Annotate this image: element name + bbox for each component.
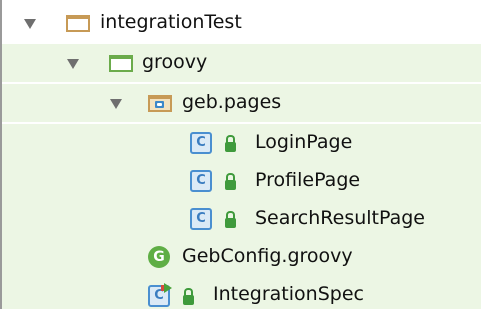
tree-node-searchresultpage[interactable]: C SearchResultPage — [2, 200, 481, 238]
tree-node-label: ProfilePage — [255, 169, 361, 191]
tree-node-label: GebConfig.groovy — [182, 245, 353, 267]
lock-icon — [225, 211, 236, 228]
expand-arrow-icon[interactable] — [110, 99, 122, 109]
lock-icon — [183, 288, 194, 305]
run-flag-icon — [164, 283, 172, 293]
tree-node-integrationtest[interactable]: integrationTest — [2, 4, 481, 42]
tree-node-label: SearchResultPage — [255, 207, 425, 229]
lock-icon — [225, 173, 236, 190]
expand-arrow-icon[interactable] — [24, 19, 36, 29]
tree-node-label: IntegrationSpec — [213, 283, 364, 305]
class-icon: C — [190, 170, 212, 192]
tree-node-loginpage[interactable]: C LoginPage — [2, 124, 481, 162]
groovy-file-icon: G — [148, 246, 170, 268]
tree-node-label: groovy — [142, 51, 208, 73]
package-icon — [148, 95, 172, 112]
tree-node-integrationspec[interactable]: C IntegrationSpec — [2, 276, 481, 309]
expand-arrow-icon[interactable] — [67, 59, 79, 69]
source-folder-icon — [109, 55, 133, 72]
tree-node-geb-pages[interactable]: geb.pages — [2, 84, 481, 122]
test-class-icon: C — [148, 283, 172, 307]
tree-node-label: integrationTest — [100, 11, 242, 33]
tree-node-gebconfig[interactable]: G GebConfig.groovy — [2, 238, 481, 276]
tree-node-label: geb.pages — [182, 91, 282, 113]
tree-node-profilepage[interactable]: C ProfilePage — [2, 162, 481, 200]
lock-icon — [225, 135, 236, 152]
class-icon: C — [190, 132, 212, 154]
project-tree: integrationTest groovy geb.pages C Login… — [0, 0, 481, 309]
tree-node-label: LoginPage — [255, 131, 353, 153]
folder-icon — [66, 15, 90, 32]
tree-node-groovy[interactable]: groovy — [2, 44, 481, 82]
class-icon: C — [190, 208, 212, 230]
